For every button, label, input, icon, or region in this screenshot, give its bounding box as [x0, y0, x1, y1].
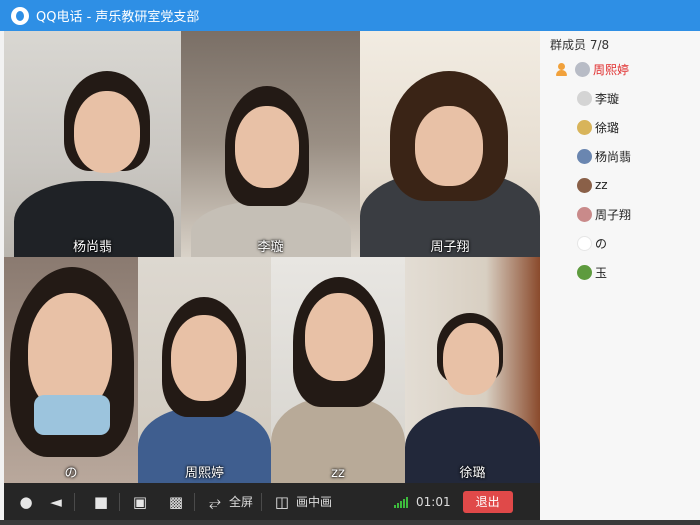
member-name: 周熙婷: [593, 62, 630, 77]
speaker-button[interactable]: ◄: [46, 483, 66, 520]
picture-in-picture-button[interactable]: ◫ 画中画: [272, 483, 332, 520]
member-item[interactable]: 杨尚翡: [577, 145, 631, 167]
participant-name: zz: [331, 466, 345, 481]
microphone-icon: ●: [19, 492, 33, 511]
member-item[interactable]: 徐璐: [577, 116, 619, 138]
qq-logo-icon: [11, 6, 29, 25]
window-title: QQ电话 - 声乐教研室党支部: [36, 10, 200, 25]
qq-call-window: QQ电话 - 声乐教研室党支部 杨尚翡 李璇 周子翔 の 周熙婷 zz 徐璐 ●…: [0, 0, 700, 525]
present-icon: ▩: [168, 492, 184, 511]
avatar: [577, 90, 592, 106]
video-tile[interactable]: 周熙婷: [138, 257, 271, 483]
picture-in-picture-icon: ◫: [274, 492, 290, 511]
video-tile[interactable]: 徐璐: [405, 257, 540, 483]
camera-button[interactable]: ■: [91, 483, 111, 520]
fullscreen-button[interactable]: ⥂ 全屏: [205, 483, 253, 520]
call-timer: 01:01: [416, 494, 451, 509]
avatar: [577, 264, 592, 280]
camera-icon: ■: [93, 492, 109, 511]
screen-share-button[interactable]: ▣: [130, 483, 150, 520]
avatar: [577, 148, 592, 164]
participant-name: 李璇: [257, 240, 284, 255]
avatar: [577, 235, 592, 251]
divider: [74, 492, 75, 511]
avatar: [577, 177, 592, 193]
fullscreen-icon: ⥂: [208, 492, 221, 511]
member-item[interactable]: 周熙婷: [554, 58, 629, 80]
call-toolbar: ● ◄ ■ ▣ ▩ ⥂ 全屏 ◫ 画中画 01:01 退出: [4, 483, 540, 520]
speaker-icon: ◄: [50, 492, 62, 511]
avatar: [575, 61, 590, 77]
participant-name: 周熙婷: [184, 466, 224, 481]
divider: [261, 492, 263, 511]
member-name: の: [595, 236, 608, 251]
divider: [194, 492, 195, 511]
video-tile[interactable]: zz: [271, 257, 405, 483]
exit-button[interactable]: 退出: [462, 490, 513, 513]
member-item[interactable]: 周子翔: [577, 203, 631, 225]
desktop-background: [0, 520, 700, 525]
video-grid: 杨尚翡 李璇 周子翔 の 周熙婷 zz 徐璐: [4, 31, 540, 483]
present-button[interactable]: ▩: [166, 483, 186, 520]
member-item[interactable]: の: [577, 232, 607, 254]
title-bar: QQ电话 - 声乐教研室党支部: [0, 0, 700, 31]
participant-name: 杨尚翡: [72, 240, 112, 255]
participant-name: 徐璐: [459, 466, 486, 481]
video-tile[interactable]: 杨尚翡: [4, 31, 181, 257]
avatar: [577, 206, 592, 222]
fullscreen-label: 全屏: [229, 495, 254, 509]
member-panel: 群成员 7/8 周熙婷 李璇 徐璐 杨尚翡 zz 周子翔 の 玉: [540, 31, 700, 525]
divider: [119, 492, 120, 511]
screen-share-icon: ▣: [132, 492, 148, 511]
member-count-header: 群成员 7/8: [550, 38, 610, 52]
member-item[interactable]: 玉: [577, 261, 607, 283]
signal-strength-icon: [394, 496, 409, 508]
member-name: 杨尚翡: [595, 149, 632, 164]
member-name: 徐璐: [595, 120, 620, 135]
participant-name: 周子翔: [430, 240, 470, 255]
avatar: [577, 119, 592, 135]
video-tile[interactable]: の: [4, 257, 138, 483]
member-name: 周子翔: [595, 207, 632, 222]
member-name: 李璇: [595, 91, 620, 106]
video-tile[interactable]: 周子翔: [360, 31, 540, 257]
participant-name: の: [64, 466, 78, 481]
member-item[interactable]: 李璇: [577, 87, 619, 109]
member-name: 玉: [595, 265, 608, 280]
mic-button[interactable]: ●: [16, 483, 36, 520]
host-icon: [554, 62, 569, 77]
member-item[interactable]: zz: [577, 174, 608, 196]
video-tile[interactable]: 李璇: [181, 31, 360, 257]
pip-label: 画中画: [296, 495, 333, 509]
member-name: zz: [595, 178, 608, 192]
